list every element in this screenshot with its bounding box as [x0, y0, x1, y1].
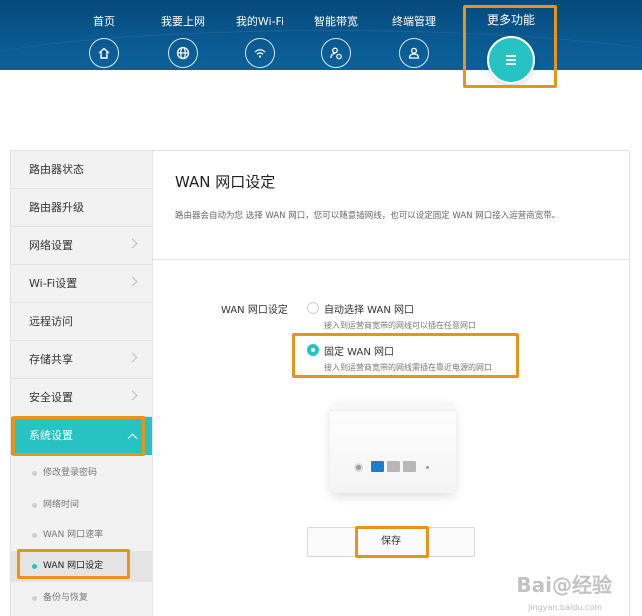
sidebar-subitem-password[interactable]: 修改登录密码 [11, 458, 152, 489]
nav-item-wifi[interactable]: 我的Wi-Fi [230, 0, 290, 70]
power-port-icon [354, 463, 363, 472]
bullet-icon [32, 533, 37, 538]
bandwidth-icon [321, 38, 351, 68]
nav-label: 智能带宽 [314, 15, 358, 28]
sidebar-item-label: 路由器状态 [29, 163, 84, 176]
sidebar-item-label: 路由器升级 [29, 201, 84, 214]
chevron-right-icon [127, 238, 138, 249]
option-auto-wan-hint: 接入到运营商宽带的网线可以插在任意网口 [324, 321, 476, 330]
bullet-icon [32, 471, 37, 476]
nav-label: 我要上网 [161, 15, 205, 28]
router-illustration [330, 401, 456, 493]
sidebar-subitem-time[interactable]: 网络时间 [11, 490, 152, 521]
bullet-icon [32, 503, 37, 508]
sidebar-item-label: 网络设置 [29, 239, 73, 252]
bullet-icon [32, 564, 37, 569]
led-icon [426, 466, 429, 469]
sidebar-item-label: 远程访问 [29, 315, 73, 328]
nav-label: 首页 [93, 15, 115, 28]
bullet-icon [32, 596, 37, 601]
lan-port-icon [403, 461, 416, 472]
menu-icon[interactable] [487, 36, 535, 84]
chevron-right-icon [127, 276, 138, 287]
sidebar-item-security[interactable]: 安全设置 [11, 379, 152, 417]
sidebar-item-wifi[interactable]: Wi-Fi设置 [11, 265, 152, 303]
option-fixed-wan-hint: 接入到运营商宽带的网线需插在靠近电源的网口 [324, 363, 492, 372]
sidebar-subitem-label: 网络时间 [43, 500, 80, 510]
radio-auto-wan[interactable] [307, 302, 319, 314]
sidebar-item-label: 系统设置 [29, 429, 73, 442]
divider [153, 259, 629, 260]
radio-fixed-wan[interactable] [307, 344, 319, 356]
wan-port-field-label: WAN 网口设定 [221, 305, 288, 316]
chevron-up-icon [127, 433, 138, 444]
option-fixed-wan-label: 固定 WAN 网口 [324, 347, 395, 358]
sidebar-item-storage[interactable]: 存储共享 [11, 341, 152, 379]
nav-label: 终端管理 [392, 15, 436, 28]
sidebar-item-label: 存储共享 [29, 353, 73, 366]
sidebar-item-label: Wi-Fi设置 [29, 277, 78, 290]
lan-port-icon [387, 461, 400, 472]
sidebar-subitem-label: 备份与恢复 [43, 593, 89, 603]
sidebar-subitem-backup[interactable]: 备份与恢复 [11, 583, 152, 614]
sidebar-subitem-wan-speed[interactable]: WAN 网口速率 [11, 520, 152, 551]
wifi-icon [245, 38, 275, 68]
page-description: 路由器会自动为您 选择 WAN 网口，您可以随意插网线，也可以设定固定 WAN … [175, 211, 561, 221]
main-panel: WAN 网口设定 路由器会自动为您 选择 WAN 网口，您可以随意插网线，也可以… [152, 150, 630, 616]
page-title: WAN 网口设定 [175, 173, 276, 191]
nav-item-devices[interactable]: 终端管理 [388, 0, 440, 70]
nav-item-home[interactable]: 首页 [78, 0, 130, 70]
option-auto-wan-label: 自动选择 WAN 网口 [324, 305, 415, 316]
sidebar-item-router-status[interactable]: 路由器状态 [11, 151, 152, 189]
nav-label: 更多功能 [486, 13, 535, 27]
wan-port-icon [371, 461, 384, 472]
watermark-logo: Bai@经验 [516, 573, 612, 597]
sidebar-item-label: 安全设置 [29, 391, 73, 404]
watermark-url: jingyan.baidu.com [528, 603, 602, 612]
nav-item-bandwidth[interactable]: 智能带宽 [310, 0, 362, 70]
nav-item-internet[interactable]: 我要上网 [154, 0, 212, 70]
sidebar-item-remote-access[interactable]: 远程访问 [11, 303, 152, 341]
globe-icon [168, 38, 198, 68]
sidebar-subitem-label: WAN 网口速率 [43, 530, 104, 540]
sidebar-item-router-upgrade[interactable]: 路由器升级 [11, 189, 152, 227]
chevron-right-icon [127, 352, 138, 363]
save-button[interactable]: 保存 [307, 527, 475, 557]
sidebar-item-network[interactable]: 网络设置 [11, 227, 152, 265]
sidebar-subitem-label: WAN 网口设定 [43, 561, 104, 571]
user-icon [399, 38, 429, 68]
home-icon [89, 38, 119, 68]
sidebar: 路由器状态 路由器升级 网络设置 Wi-Fi设置 远程访问 存储共享 安全设置 … [10, 150, 152, 616]
nav-label: 我的Wi-Fi [235, 15, 285, 28]
sidebar-subitem-wan-port[interactable]: WAN 网口设定 [11, 551, 152, 582]
chevron-right-icon [127, 390, 138, 401]
sidebar-item-system[interactable]: 系统设置 [11, 417, 152, 455]
top-navigation-bar: 首页 我要上网 我的Wi-Fi 智能带宽 终端管理 更多功能 [0, 0, 642, 70]
sidebar-subitem-label: 修改登录密码 [43, 468, 98, 478]
